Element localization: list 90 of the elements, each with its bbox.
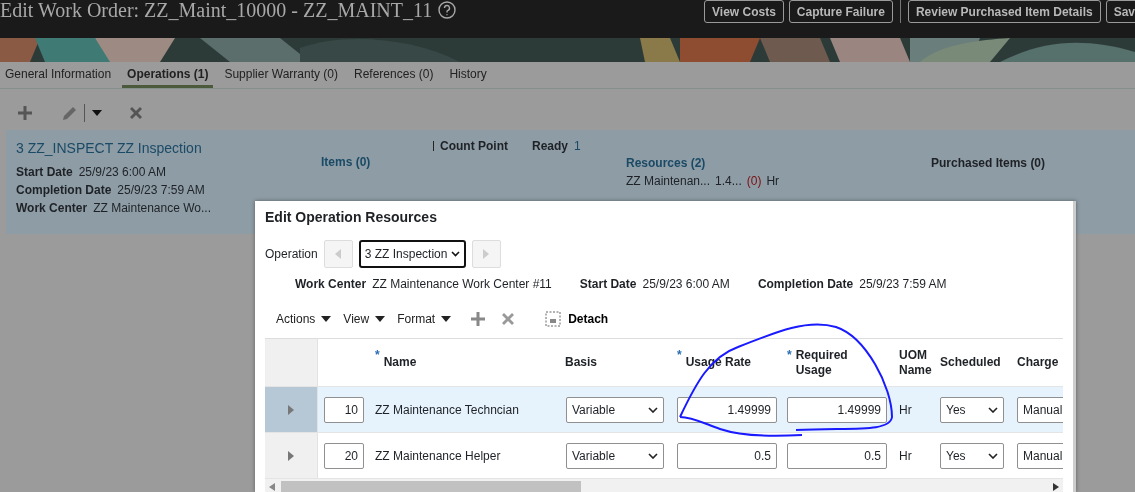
tab[interactable]: Supplier Warranty (0)	[219, 62, 343, 88]
expand-icon[interactable]	[288, 404, 294, 415]
scrollbar-thumb[interactable]	[281, 481, 581, 492]
info-value: ZZ Maintenance Work Center #11	[372, 277, 552, 291]
info-value: 25/9/23 7:59 AM	[859, 277, 947, 291]
charge-select[interactable]: Manual	[1017, 396, 1063, 423]
field-value: ZZ Maintenance Wo...	[93, 201, 211, 215]
sequence-field[interactable]: 20	[324, 442, 364, 469]
menu-button[interactable]: Format	[397, 312, 452, 326]
column-header: Scheduled	[940, 355, 1001, 370]
caret-icon	[321, 316, 332, 322]
horizontal-scrollbar[interactable]	[265, 478, 1063, 492]
basis-select[interactable]: Variable	[566, 442, 664, 469]
add-icon[interactable]	[18, 106, 32, 120]
caret-icon	[375, 316, 386, 322]
usage-rate-field[interactable]: 1.49999	[677, 396, 777, 423]
field-label: Start Date	[16, 165, 73, 179]
ready-label: Ready	[532, 139, 568, 153]
column-header: UOM Name	[899, 347, 933, 378]
required-mark: *	[375, 349, 380, 361]
uom-name: Hr	[899, 402, 912, 417]
resource-uom: Hr	[766, 174, 780, 188]
chevron-down-icon	[648, 452, 658, 459]
resource-count: (0)	[746, 174, 762, 188]
caret-icon	[441, 316, 452, 322]
required-usage-field[interactable]: 1.49999	[787, 396, 887, 423]
add-icon[interactable]	[471, 312, 486, 326]
column-header: Basis	[565, 355, 598, 370]
uom-name: Hr	[899, 448, 912, 463]
right-arrow-icon	[483, 249, 490, 259]
count-point-label: Count Point	[440, 139, 508, 153]
required-mark: *	[677, 349, 682, 361]
delete-icon[interactable]	[129, 106, 143, 120]
scheduled-select[interactable]: Yes	[940, 442, 1004, 469]
field-value: 25/9/23 6:00 AM	[78, 165, 167, 179]
sequence-field[interactable]: 10	[324, 396, 364, 423]
field-value: 25/9/23 7:59 AM	[117, 183, 205, 197]
chevron-down-icon	[450, 251, 460, 257]
column-header: Name	[383, 355, 417, 370]
tab[interactable]: History	[444, 62, 492, 88]
page-title: Edit Work Order: ZZ_Maint_10000 - ZZ_MAINT_11	[0, 0, 433, 20]
column-header: Charge	[1017, 355, 1059, 370]
purchased-items-label: Purchased Items (0)	[931, 156, 1046, 170]
delete-icon[interactable]	[501, 312, 516, 326]
chevron-down-icon	[988, 452, 998, 459]
required-usage-field[interactable]: 0.5	[787, 442, 887, 469]
detach-icon[interactable]	[545, 311, 562, 327]
scroll-right-icon[interactable]	[1053, 482, 1059, 491]
menu-button[interactable]: Actions	[276, 312, 332, 326]
left-arrow-icon	[335, 249, 342, 259]
resource-name: ZZ Maintenan...	[626, 174, 711, 188]
tab[interactable]: References (0)	[349, 62, 439, 88]
chevron-down-icon	[988, 406, 998, 413]
ready-count: 1	[574, 139, 581, 153]
header-button[interactable]: Capture Failure	[788, 0, 893, 23]
caret-icon[interactable]	[92, 110, 102, 116]
operation-label: Operation	[265, 247, 318, 261]
resource-name: ZZ Maintenance Helper	[375, 448, 501, 463]
detach-button[interactable]: Detach	[561, 312, 609, 326]
expand-icon[interactable]	[288, 450, 294, 461]
dialog-title: Edit Operation Resources	[265, 209, 438, 225]
pencil-icon[interactable]	[62, 105, 78, 121]
info-label: Work Center	[295, 277, 367, 291]
table-row[interactable]: 20 ZZ Maintenance Helper Variable 0.5 0.5 Hr Yes Manual	[265, 432, 1063, 478]
tab[interactable]: Operations (1)	[122, 62, 214, 88]
scroll-left-icon[interactable]	[269, 482, 275, 491]
resource-name: ZZ Maintenance Techncian	[375, 402, 519, 417]
field-label: Completion Date	[16, 183, 112, 197]
resource-usage: 1.4...	[715, 174, 742, 188]
next-button[interactable]	[471, 240, 501, 268]
previous-button[interactable]	[323, 240, 353, 268]
tab[interactable]: General Information	[0, 62, 117, 88]
table-row[interactable]: 10 ZZ Maintenance Techncian Variable 1.49999 1.49999 Hr Yes Manual	[265, 386, 1063, 432]
header-button[interactable]: View Costs	[704, 0, 784, 23]
info-value: 25/9/23 6:00 AM	[642, 277, 730, 291]
basis-select[interactable]: Variable	[566, 396, 664, 423]
operation-select[interactable]: 3 ZZ Inspection	[358, 240, 466, 268]
scheduled-select[interactable]: Yes	[940, 396, 1004, 423]
charge-select[interactable]: Manual	[1017, 442, 1063, 469]
info-label: Start Date	[579, 277, 637, 291]
required-mark: *	[787, 349, 792, 361]
info-label: Completion Date	[757, 277, 854, 291]
menu-button[interactable]: View	[343, 312, 386, 326]
column-header: Required Usage	[795, 347, 849, 378]
usage-rate-field[interactable]: 0.5	[677, 442, 777, 469]
field-label: Work Center	[16, 201, 88, 215]
help-icon[interactable]	[438, 1, 457, 19]
chevron-down-icon	[648, 406, 658, 413]
header-button[interactable]: Sav	[1105, 0, 1135, 23]
header-button[interactable]: Review Purchased Item Details	[907, 0, 1101, 23]
